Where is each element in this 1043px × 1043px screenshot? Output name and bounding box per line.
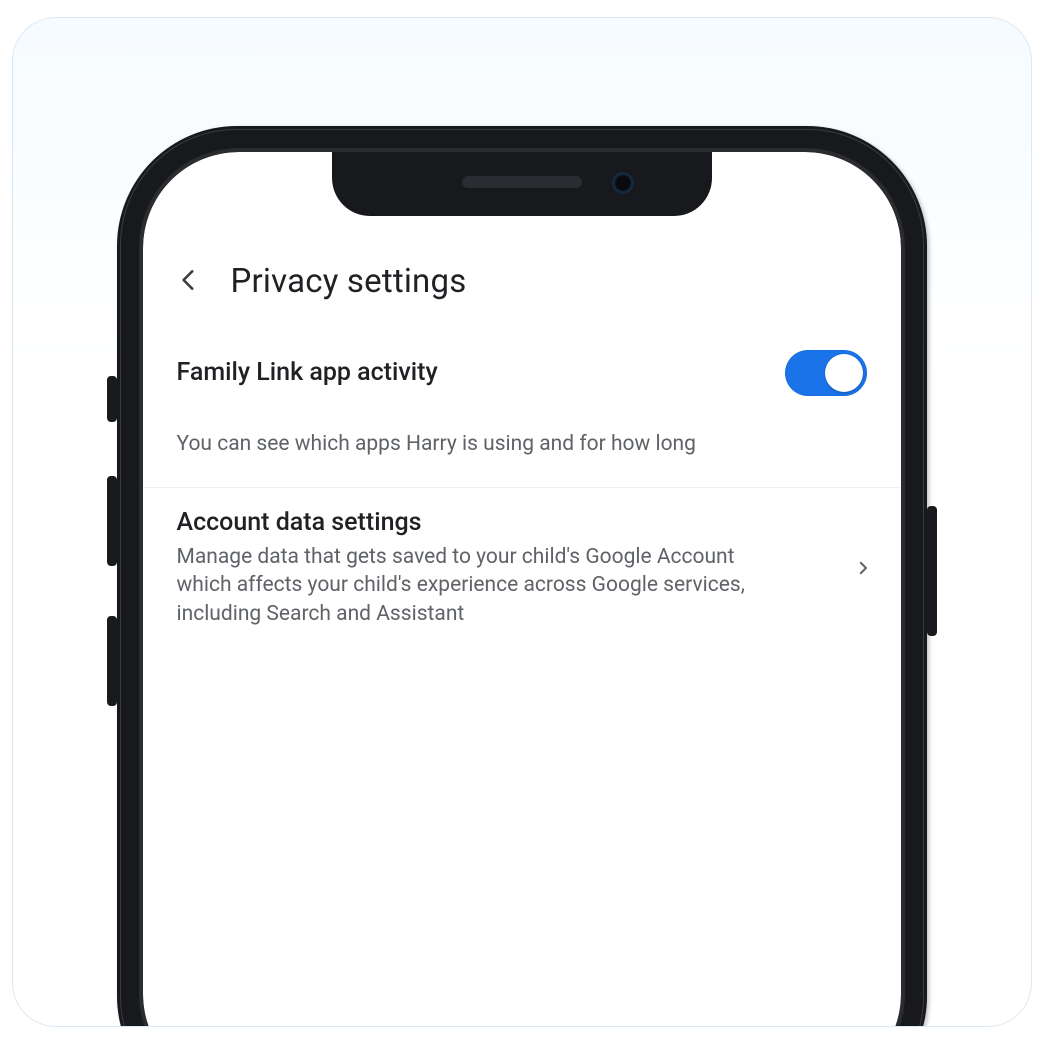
chevron-right-icon xyxy=(849,554,877,582)
phone-frame: Privacy settings Family Link app activit… xyxy=(117,126,927,1027)
phone-side-button-mute xyxy=(107,376,117,422)
chevron-left-icon xyxy=(176,267,202,297)
account-data-text: Account data settings Manage data that g… xyxy=(177,508,835,628)
family-link-description: You can see which apps Harry is using an… xyxy=(177,430,867,459)
phone-side-button-power xyxy=(927,506,937,636)
family-link-section: Family Link app activity You can see whi… xyxy=(143,332,901,488)
phone-screen: Privacy settings Family Link app activit… xyxy=(143,152,901,1027)
outer-card: Privacy settings Family Link app activit… xyxy=(12,17,1032,1027)
family-link-row: Family Link app activity xyxy=(177,350,867,396)
account-data-subtitle: Manage data that gets saved to your chil… xyxy=(177,543,757,628)
app-bar: Privacy settings xyxy=(143,232,901,332)
account-data-row[interactable]: Account data settings Manage data that g… xyxy=(143,488,901,648)
toggle-knob xyxy=(825,354,863,392)
family-link-title: Family Link app activity xyxy=(177,358,438,387)
back-button[interactable] xyxy=(169,262,209,302)
account-data-title: Account data settings xyxy=(177,508,835,537)
page-title: Privacy settings xyxy=(231,262,467,301)
phone-side-button-vol-up xyxy=(107,476,117,566)
phone-side-button-vol-down xyxy=(107,616,117,706)
app-root: Privacy settings Family Link app activit… xyxy=(143,152,901,1027)
family-link-toggle[interactable] xyxy=(785,350,867,396)
